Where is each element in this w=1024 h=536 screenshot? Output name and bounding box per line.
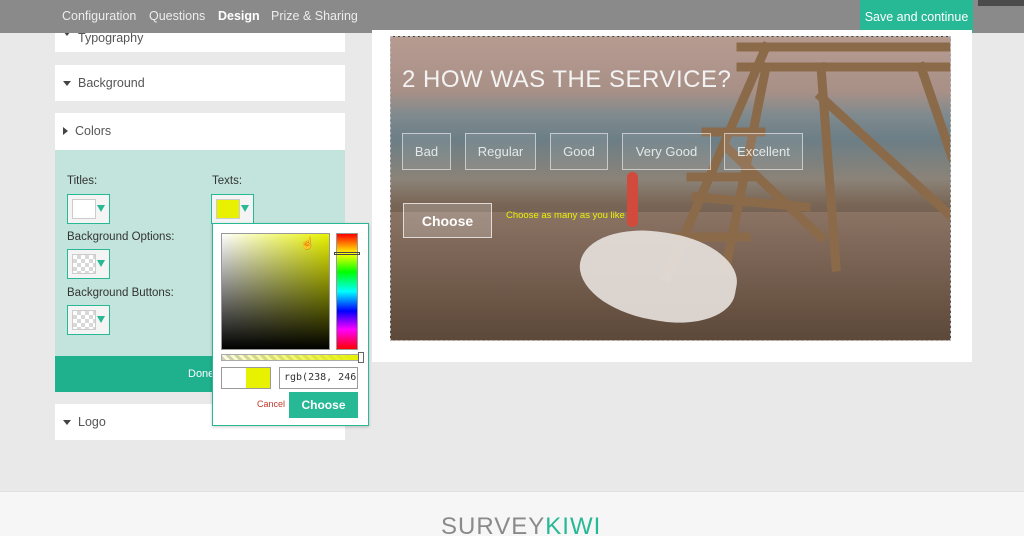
option-very-good[interactable]: Very Good [622,133,711,170]
logo-label: Logo [78,415,106,429]
preview-choose-button[interactable]: Choose [403,203,492,238]
titles-color-chip [72,199,96,219]
background-options-label: Background Options: [67,231,175,243]
logo-text-kiwi: KIWI [545,513,602,536]
done-label: Done [188,368,215,380]
saturation-value-area[interactable] [221,233,330,350]
dropdown-arrow-icon [97,205,105,212]
top-right-shadow [978,0,1024,6]
background-section[interactable]: Background [55,65,345,101]
dropdown-arrow-icon [241,205,249,212]
alpha-slider-handle[interactable] [358,352,364,363]
titles-label: Titles: [67,175,98,187]
texts-label: Texts: [212,175,243,187]
option-excellent[interactable]: Excellent [724,133,803,170]
titles-color-swatch[interactable] [67,194,110,224]
choose-hint-text: Choose as many as you like [506,210,625,221]
save-and-continue-button[interactable]: Save and continue [860,0,973,33]
transparent-chip [72,254,96,274]
red-buoy [627,172,638,227]
background-buttons-swatch[interactable] [67,305,110,335]
texts-color-chip [216,199,240,219]
rgb-value-input[interactable]: rgb(238, 246, 5 [279,367,358,389]
typography-section[interactable]: Typography [55,33,345,52]
option-bad[interactable]: Bad [402,133,451,170]
background-options-swatch[interactable] [67,249,110,279]
previous-color [222,368,246,388]
dropdown-arrow-icon [97,316,105,323]
alpha-slider[interactable] [221,354,362,361]
tab-design[interactable]: Design [218,9,260,23]
tab-configuration[interactable]: Configuration [62,9,136,23]
caret-down-icon [63,419,71,425]
surveykiwi-logo: SURVEYKIWI [441,513,601,536]
dropdown-arrow-icon [97,260,105,267]
typography-label: Typography [78,33,144,45]
cancel-link[interactable]: Cancel [257,399,285,409]
tab-questions[interactable]: Questions [149,9,205,23]
color-picker-popup: rgb(238, 246, 5 Cancel Choose [212,223,369,426]
picker-choose-button[interactable]: Choose [289,392,358,418]
option-regular[interactable]: Regular [465,133,536,170]
caret-down-icon [63,33,71,36]
caret-down-icon [63,80,71,86]
background-buttons-label: Background Buttons: [67,287,174,299]
transparent-chip [72,310,96,330]
question-title: 2 HOW WAS THE SERVICE? [402,66,732,93]
new-color [246,368,270,388]
caret-right-icon [63,127,68,135]
texts-color-swatch[interactable] [211,194,254,224]
colors-label: Colors [75,124,112,138]
color-preview [221,367,271,389]
option-good[interactable]: Good [550,133,608,170]
hue-slider[interactable] [336,233,358,350]
background-label: Background [78,76,145,90]
hue-slider-handle[interactable] [334,252,360,255]
tab-prize-sharing[interactable]: Prize & Sharing [271,9,358,23]
hand-cursor-icon: ☝ [300,236,315,250]
colors-section[interactable]: Colors [55,113,345,150]
logo-text-survey: SURVEY [441,513,546,536]
top-navigation-bar: Configuration Questions Design Prize & S… [0,0,1024,33]
